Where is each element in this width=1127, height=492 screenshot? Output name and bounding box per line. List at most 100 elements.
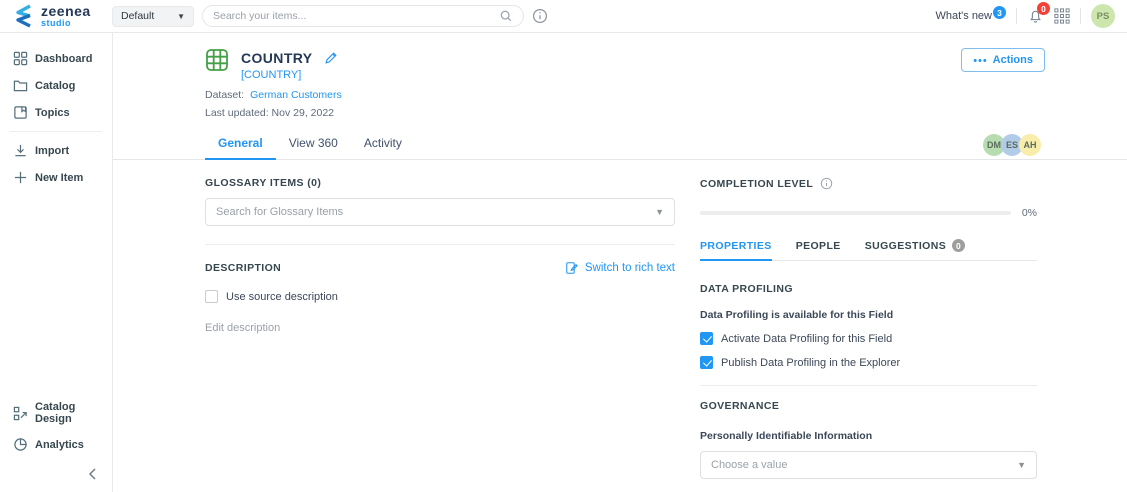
glossary-heading: GLOSSARY ITEMS (0) bbox=[205, 177, 675, 189]
detail-tabs: PROPERTIES PEOPLE SUGGESTIONS 0 bbox=[700, 239, 1037, 261]
catalog-design-icon bbox=[13, 406, 28, 421]
search-info-icon[interactable] bbox=[532, 8, 548, 24]
chevron-down-icon: ▼ bbox=[177, 12, 185, 21]
page-title: COUNTRY bbox=[241, 50, 313, 66]
section-divider bbox=[205, 244, 675, 245]
dataset-label: Dataset: bbox=[205, 89, 244, 101]
chevron-down-icon: ▼ bbox=[1017, 460, 1026, 470]
dataset-link[interactable]: German Customers bbox=[250, 89, 342, 101]
sidebar-item-label: Topics bbox=[35, 107, 70, 119]
checkbox[interactable] bbox=[700, 332, 713, 345]
sidebar-item-analytics[interactable]: Analytics bbox=[0, 431, 112, 458]
notifications-button[interactable]: 0 bbox=[1027, 7, 1044, 25]
completion-level-heading: COMPLETION LEVEL bbox=[700, 178, 813, 190]
tab-suggestions[interactable]: SUGGESTIONS 0 bbox=[865, 239, 965, 260]
steward-avatars: DM ES AH bbox=[987, 134, 1041, 156]
data-profiling-availability: Data Profiling is available for this Fie… bbox=[700, 309, 1037, 321]
search-icon bbox=[499, 9, 513, 23]
checkbox[interactable] bbox=[205, 290, 218, 303]
glossary-search-combobox[interactable]: ▼ bbox=[205, 198, 675, 226]
general-left-column: GLOSSARY ITEMS (0) ▼ DESCRIPTION Switch … bbox=[205, 177, 675, 492]
switch-link-label: Switch to rich text bbox=[585, 262, 675, 274]
zeenea-logo-icon bbox=[12, 4, 34, 28]
checkbox[interactable] bbox=[700, 356, 713, 369]
select-placeholder: Choose a value bbox=[711, 459, 1017, 471]
publish-data-profiling-checkbox[interactable]: Publish Data Profiling in the Explorer bbox=[700, 356, 1037, 369]
pii-label: Personally Identifiable Information bbox=[700, 430, 1037, 442]
global-search[interactable] bbox=[202, 5, 524, 27]
actions-dots-icon bbox=[973, 58, 987, 63]
tab-view-360[interactable]: View 360 bbox=[276, 129, 351, 159]
apps-grid-icon[interactable] bbox=[1054, 8, 1070, 24]
chevron-down-icon: ▼ bbox=[655, 207, 664, 217]
completion-percent: 0% bbox=[1022, 207, 1037, 219]
last-updated: Last updated: Nov 29, 2022 bbox=[205, 107, 1038, 119]
tab-activity[interactable]: Activity bbox=[351, 129, 415, 159]
sidebar-item-label: Catalog bbox=[35, 80, 75, 92]
progress-bar bbox=[700, 211, 1011, 215]
dashboard-icon bbox=[13, 51, 28, 66]
plus-icon bbox=[13, 170, 28, 185]
glossary-search-input[interactable] bbox=[216, 206, 655, 218]
sidebar-item-catalog[interactable]: Catalog bbox=[0, 72, 112, 99]
sidebar-item-label: Dashboard bbox=[35, 53, 92, 65]
data-profiling-heading: DATA PROFILING bbox=[700, 283, 1037, 295]
user-avatar[interactable]: PS bbox=[1091, 4, 1115, 28]
sidebar-item-label: New Item bbox=[35, 172, 83, 184]
sidebar-item-dashboard[interactable]: Dashboard bbox=[0, 45, 112, 72]
sidebar-item-new-item[interactable]: New Item bbox=[0, 164, 112, 191]
topbar: zeenea studio Default ▼ What's new 3 bbox=[0, 0, 1127, 33]
suggestions-badge: 0 bbox=[952, 239, 965, 252]
rich-text-icon bbox=[565, 261, 579, 275]
main-content: COUNTRY [COUNTRY] Dataset: German Custome… bbox=[113, 33, 1127, 492]
sidebar-item-label: Catalog Design bbox=[35, 401, 112, 425]
workspace-value: Default bbox=[121, 10, 154, 22]
avatar[interactable]: AH bbox=[1019, 134, 1041, 156]
use-source-description-checkbox[interactable]: Use source description bbox=[205, 290, 675, 303]
tab-people[interactable]: PEOPLE bbox=[796, 239, 841, 260]
suggestions-label: SUGGESTIONS bbox=[865, 240, 946, 252]
sidebar-item-import[interactable]: Import bbox=[0, 137, 112, 164]
sidebar-item-label: Analytics bbox=[35, 439, 84, 451]
sidebar-item-label: Import bbox=[35, 145, 69, 157]
entity-header: COUNTRY [COUNTRY] Dataset: German Custome… bbox=[113, 33, 1127, 119]
general-right-column: COMPLETION LEVEL 0% PROPERTIES PEOPLE SU… bbox=[700, 177, 1037, 492]
zeenea-logo: zeenea studio bbox=[12, 4, 112, 28]
field-type-icon bbox=[205, 48, 229, 81]
whats-new-link[interactable]: What's new 3 bbox=[935, 10, 1006, 22]
description-editor-placeholder[interactable]: Edit description bbox=[205, 322, 675, 334]
completion-info-icon[interactable] bbox=[820, 177, 833, 190]
notification-badge: 0 bbox=[1037, 2, 1050, 15]
description-heading: DESCRIPTION bbox=[205, 262, 281, 274]
folder-icon bbox=[13, 78, 28, 93]
import-icon bbox=[13, 143, 28, 158]
checkbox-label: Activate Data Profiling for this Field bbox=[721, 333, 892, 345]
dataset-row: Dataset: German Customers bbox=[205, 89, 1038, 101]
analytics-pie-icon bbox=[13, 437, 28, 452]
governance-heading: GOVERNANCE bbox=[700, 400, 1037, 412]
completion-progress: 0% bbox=[700, 207, 1037, 219]
tab-properties[interactable]: PROPERTIES bbox=[700, 239, 772, 260]
switch-to-rich-text-link[interactable]: Switch to rich text bbox=[565, 261, 675, 275]
topics-icon bbox=[13, 105, 28, 120]
edit-pencil-icon[interactable] bbox=[324, 51, 338, 65]
checkbox-label: Use source description bbox=[226, 291, 338, 303]
section-divider bbox=[700, 385, 1037, 386]
sidebar-collapse-chevron-icon[interactable] bbox=[86, 466, 98, 482]
tab-general[interactable]: General bbox=[205, 129, 276, 159]
divider bbox=[1016, 8, 1017, 24]
workspace-selector[interactable]: Default ▼ bbox=[112, 6, 194, 27]
search-input[interactable] bbox=[213, 10, 499, 22]
sidebar-divider bbox=[10, 131, 102, 132]
whats-new-badge: 3 bbox=[993, 6, 1006, 19]
actions-label: Actions bbox=[993, 54, 1033, 66]
sidebar-item-topics[interactable]: Topics bbox=[0, 99, 112, 126]
pii-select[interactable]: Choose a value ▼ bbox=[700, 451, 1037, 479]
brand-sub: studio bbox=[41, 19, 91, 28]
divider bbox=[1080, 8, 1081, 24]
entity-subtitle: [COUNTRY] bbox=[241, 69, 338, 81]
activate-data-profiling-checkbox[interactable]: Activate Data Profiling for this Field bbox=[700, 332, 1037, 345]
sidebar-item-catalog-design[interactable]: Catalog Design bbox=[0, 395, 112, 431]
actions-button[interactable]: Actions bbox=[961, 48, 1045, 72]
whats-new-label: What's new bbox=[935, 10, 992, 22]
